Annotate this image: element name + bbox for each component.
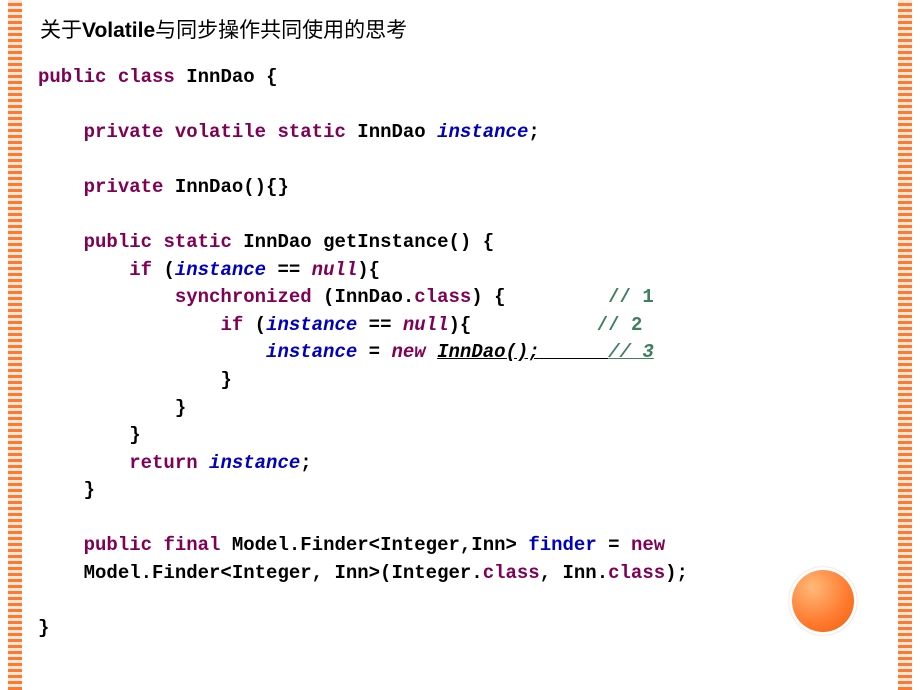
pad — [540, 341, 608, 363]
constructor: InnDao(){} — [175, 176, 289, 198]
slide-title: 关于Volatile与同步操作共同使用的思考 — [40, 14, 882, 44]
paren: ( — [163, 259, 174, 281]
left-stripe — [8, 0, 22, 690]
brace: } — [84, 479, 95, 501]
kw-new: new — [631, 534, 665, 556]
kw-private: private — [84, 176, 164, 198]
field-finder: finder — [528, 534, 596, 556]
comment-1: // 1 — [608, 286, 654, 308]
eq: = — [357, 341, 391, 363]
sync-arg: (InnDao. — [312, 286, 415, 308]
kw-static: static — [277, 121, 345, 143]
field-instance: instance — [209, 452, 300, 474]
orange-circle-decoration — [789, 567, 857, 635]
method-sig: InnDao getInstance() { — [243, 231, 494, 253]
paren: ( — [243, 314, 266, 336]
kw-null: null — [312, 259, 358, 281]
title-bold: Volatile — [82, 19, 155, 42]
type-name: InnDao — [357, 121, 425, 143]
kw-public: public — [84, 231, 152, 253]
pad — [506, 286, 609, 308]
pad — [471, 314, 596, 336]
kw-public: public — [38, 66, 106, 88]
kw-public: public — [84, 534, 152, 556]
brace: } — [175, 397, 186, 419]
field-instance: instance — [437, 121, 528, 143]
brace: } — [129, 424, 140, 446]
mid: , Inn. — [540, 562, 608, 584]
semicolon: ; — [528, 121, 539, 143]
field-instance: instance — [175, 259, 266, 281]
eq: == — [357, 314, 403, 336]
brace: ){ — [357, 259, 380, 281]
ctor-generic: Model.Finder<Integer, Inn>(Integer. — [84, 562, 483, 584]
sp — [426, 341, 437, 363]
sp — [198, 452, 209, 474]
eq: == — [266, 259, 312, 281]
kw-private: private — [84, 121, 164, 143]
semicolon: ; — [300, 452, 311, 474]
comment-3: // 3 — [608, 341, 654, 363]
class-name: InnDao { — [186, 66, 277, 88]
kw-class: class — [483, 562, 540, 584]
slide-content: 关于Volatile与同步操作共同使用的思考 public class InnD… — [38, 14, 882, 676]
end: ); — [665, 562, 688, 584]
kw-class: class — [118, 66, 175, 88]
kw-if: if — [129, 259, 152, 281]
right-stripe — [898, 0, 912, 690]
field-instance: instance — [266, 341, 357, 363]
kw-new: new — [391, 341, 425, 363]
brace: } — [38, 617, 49, 639]
title-prefix: 关于 — [40, 19, 82, 42]
title-suffix: 与同步操作共同使用的思考 — [155, 19, 407, 42]
kw-class: class — [414, 286, 471, 308]
kw-null: null — [403, 314, 449, 336]
kw-volatile: volatile — [175, 121, 266, 143]
type-generic: Model.Finder<Integer,Inn> — [220, 534, 528, 556]
kw-return: return — [129, 452, 197, 474]
kw-synchronized: synchronized — [175, 286, 312, 308]
brace: ){ — [449, 314, 472, 336]
comment-2: // 2 — [597, 314, 643, 336]
code-block: public class InnDao { private volatile s… — [38, 64, 882, 642]
kw-static: static — [163, 231, 231, 253]
kw-final: final — [163, 534, 220, 556]
ctor-call: InnDao(); — [437, 341, 540, 363]
brace: ) { — [471, 286, 505, 308]
kw-if: if — [220, 314, 243, 336]
eq: = — [597, 534, 631, 556]
kw-class: class — [608, 562, 665, 584]
brace: } — [220, 369, 231, 391]
field-instance: instance — [266, 314, 357, 336]
